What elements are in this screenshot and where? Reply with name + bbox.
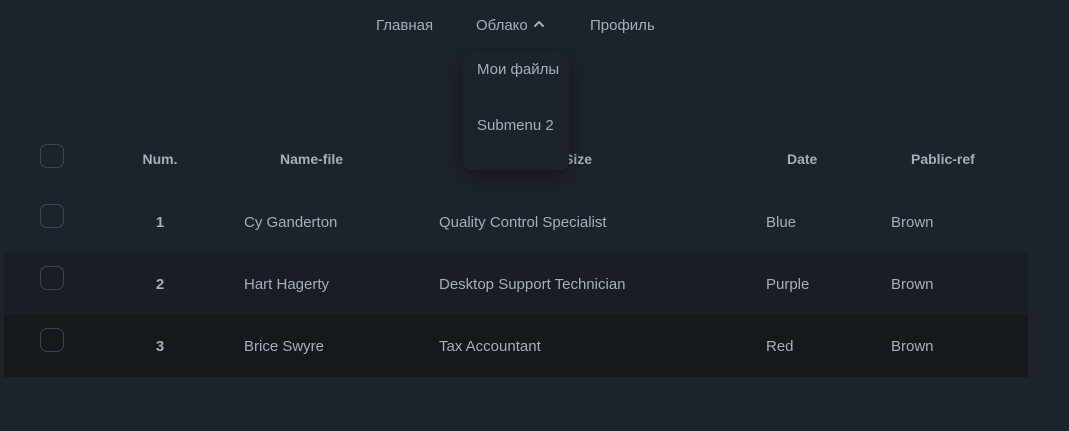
header-public-ref: Pablic-ref [911,151,975,167]
cell-name: Cy Ganderton [244,213,338,231]
cell-num: 2 [155,275,165,293]
cell-name: Hart Hagerty [244,275,330,293]
cell-size: Quality Control Specialist [439,213,607,231]
row-checkbox[interactable] [40,328,64,352]
nav-cloud-label: Облако [476,17,528,34]
table-row: 3 Brice Swyre Tax Accountant Red Brown [4,315,1028,377]
select-all-checkbox[interactable] [40,144,64,168]
row-checkbox[interactable] [40,204,64,228]
cell-public-ref: Brown [891,213,934,231]
header-date: Date [787,151,818,167]
nav-profile-link[interactable]: Профиль [590,15,655,37]
cell-size: Tax Accountant [439,337,541,355]
chevron-up-icon [533,21,544,27]
nav-cloud-menu[interactable]: Облако [476,15,546,37]
header-name-file: Name-file [280,151,344,167]
dropdown-item-submenu-2[interactable]: Submenu 2 [477,116,561,136]
table-row: 2 Hart Hagerty Desktop Support Technicia… [4,253,1028,315]
cloud-dropdown-menu: Мои файлы Submenu 2 [463,52,569,170]
nav-home-link[interactable]: Главная [376,15,433,37]
cell-date: Red [766,337,794,355]
cell-date: Blue [766,213,797,231]
cell-num: 1 [155,213,165,231]
table-row: 1 Cy Ganderton Quality Control Specialis… [4,191,1028,253]
top-navbar: Главная Облако Профиль [0,0,1069,52]
row-checkbox[interactable] [40,266,64,290]
cell-size: Desktop Support Technician [439,275,626,293]
dropdown-item-my-files[interactable]: Мои файлы [477,60,561,80]
cell-public-ref: Brown [891,275,934,293]
cell-num: 3 [155,337,165,355]
cell-public-ref: Brown [891,337,934,355]
cell-name: Brice Swyre [244,337,325,355]
header-num: Num. [142,151,178,167]
cell-date: Purple [766,275,810,293]
